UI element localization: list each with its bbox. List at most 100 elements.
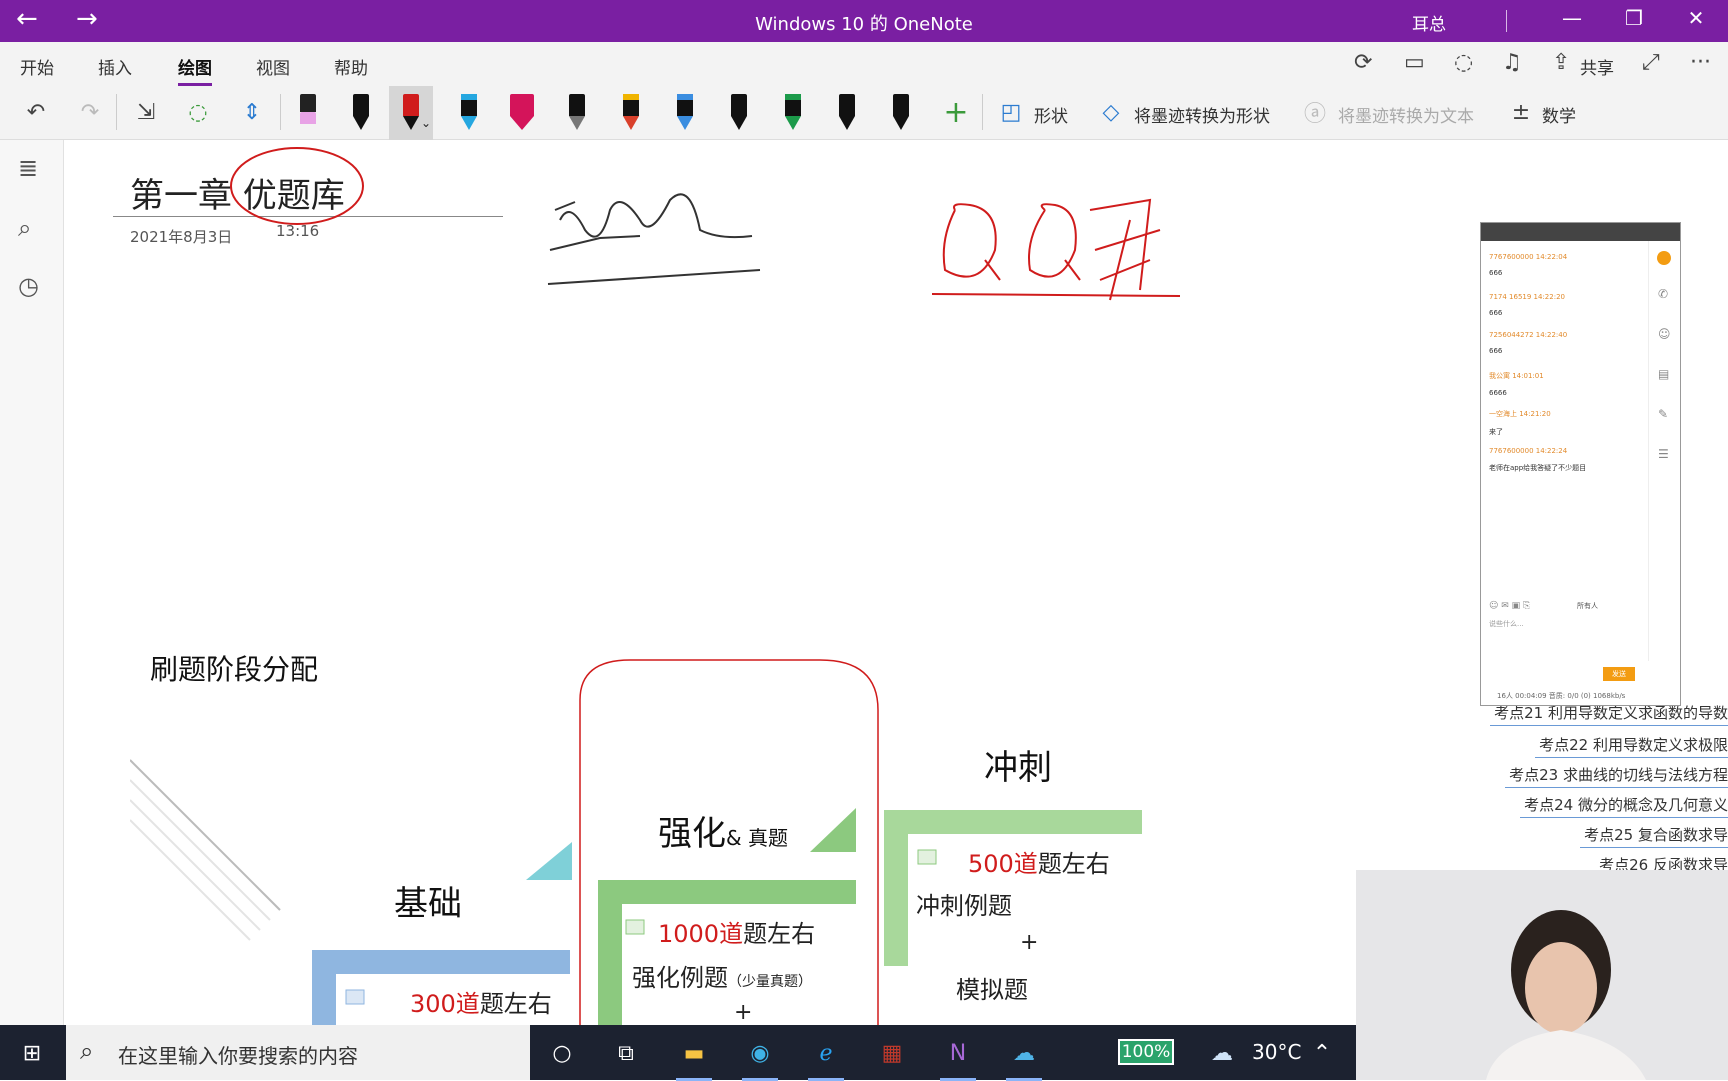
emoji-icon[interactable]: ☺ ✉ ▣ ⎘ <box>1489 601 1530 611</box>
undo-icon[interactable]: ↶ <box>18 92 54 132</box>
ribbon: 开始 插入 绘图 视图 帮助 ⟳ ▭ ◌ ♫ ⇪ 共享 ⤢ ··· ↶ ↷ ⇲ … <box>0 42 1728 140</box>
ink-to-text-button[interactable]: 将墨迹转换为文本 <box>1338 102 1474 127</box>
windows-start-icon[interactable]: ⊞ <box>10 1033 54 1073</box>
lightbulb-icon[interactable]: ◌ <box>1454 50 1473 75</box>
pen-zigzag-icon[interactable] <box>825 86 869 140</box>
shelf-strengthen <box>598 880 856 1030</box>
edge-icon[interactable]: ◉ <box>738 1033 782 1081</box>
ink-qq-group <box>942 198 1161 301</box>
notice-icon[interactable]: ▤ <box>1658 367 1669 381</box>
notebook-icon[interactable]: ▭ <box>1404 50 1425 75</box>
knowledge-point-item[interactable]: 考点25 复合函数求导 <box>1580 824 1728 848</box>
send-button[interactable]: 发送 <box>1603 667 1635 681</box>
share-icon[interactable]: ⇪ <box>1552 50 1570 75</box>
audience-select[interactable]: 所有人 <box>1577 601 1598 611</box>
chat-input[interactable]: 说些什么... <box>1489 619 1524 629</box>
chat-icon[interactable] <box>1657 251 1671 265</box>
pen-green-icon[interactable] <box>771 86 815 140</box>
chat-message: 我公寓 14:01:01 6666 <box>1489 372 1544 397</box>
insert-space-icon[interactable]: ⇕ <box>232 92 272 132</box>
file-explorer-icon[interactable]: ▬ <box>672 1033 716 1081</box>
tray-chevron-up-icon[interactable]: ⌃ <box>1300 1033 1344 1073</box>
presenter-video <box>1356 870 1728 1080</box>
eraser-icon[interactable] <box>286 86 330 140</box>
tab-help[interactable]: 帮助 <box>334 54 368 79</box>
pen-red-icon[interactable]: ⌄ <box>389 86 433 140</box>
ink-to-shape-button[interactable]: 将墨迹转换为形状 <box>1134 102 1270 127</box>
toolbar-divider <box>280 94 281 130</box>
close-button[interactable]: ✕ <box>1676 6 1716 30</box>
user-icon[interactable]: ☺ <box>1658 327 1671 341</box>
pen-galaxy-icon[interactable] <box>555 86 599 140</box>
task-view-icon[interactable]: ⧉ <box>604 1033 648 1073</box>
pen-black-3-icon[interactable] <box>879 86 923 140</box>
pen-rainbow-icon[interactable] <box>609 86 653 140</box>
winrar-icon[interactable]: ▦ <box>870 1033 914 1073</box>
more-icon[interactable]: ☰ <box>1658 447 1669 461</box>
highlighter-pink-icon[interactable] <box>500 86 544 140</box>
pen-cyan-icon[interactable] <box>447 86 491 140</box>
answer-card-icon[interactable]: ✎ <box>1658 407 1668 421</box>
maximize-button[interactable]: ❐ <box>1614 6 1654 30</box>
pen-black-2-icon[interactable] <box>717 86 761 140</box>
minimize-button[interactable]: — <box>1552 6 1592 30</box>
knowledge-point-item[interactable]: 考点23 求曲线的切线与法线方程 <box>1505 764 1728 788</box>
lasso-text-icon[interactable]: ⇲ <box>126 92 166 132</box>
ink-to-text-icon[interactable]: ⓐ <box>1300 92 1330 132</box>
knowledge-point-item[interactable]: 考点26 反函数求导 <box>1595 854 1728 870</box>
knowledge-point-item[interactable]: 考点24 微分的概念及几何意义 <box>1520 794 1728 818</box>
tab-insert[interactable]: 插入 <box>98 54 132 79</box>
live-chat-window[interactable]: 7767600000 14:22:04 666 7174 16519 14:22:… <box>1480 222 1681 706</box>
ink-underline <box>931 293 1181 297</box>
knowledge-point-list: 考点21 利用导数定义求函数的导数 考点22 利用导数定义求极限 考点23 求曲… <box>1340 700 1728 870</box>
math-icon[interactable]: ± <box>1506 92 1536 132</box>
window-title: Windows 10 的 OneNote <box>755 14 973 35</box>
share-button[interactable]: 共享 <box>1580 54 1614 79</box>
chat-titlebar[interactable] <box>1481 223 1680 241</box>
ie-icon[interactable]: ℯ <box>804 1033 848 1081</box>
tab-view[interactable]: 视图 <box>256 54 290 79</box>
shapes-button[interactable]: 形状 <box>1034 102 1068 127</box>
redo-icon[interactable]: ↷ <box>72 92 108 132</box>
tab-home[interactable]: 开始 <box>20 54 54 79</box>
image-placeholder-icon <box>917 849 937 865</box>
chevron-down-icon: ⌄ <box>421 116 432 130</box>
chat-side-panel: ✆ ☺ ▤ ✎ ☰ <box>1648 241 1680 661</box>
add-pen-button[interactable]: + <box>938 92 974 132</box>
taskbar-search-input[interactable]: 在这里输入你要搜索的内容 <box>118 1040 358 1069</box>
pen-ocean-icon[interactable] <box>663 86 707 140</box>
onenote-icon[interactable]: N <box>936 1033 980 1081</box>
stage-strengthen-label: 强化& 真题 <box>658 814 788 854</box>
ink-annotations[interactable] <box>0 140 1340 320</box>
knowledge-point-item[interactable]: 考点22 利用导数定义求极限 <box>1535 734 1728 758</box>
cortana-icon[interactable]: ○ <box>540 1033 584 1073</box>
taskbar-search[interactable]: ⌕ 在这里输入你要搜索的内容 <box>66 1025 530 1080</box>
chat-message: 7174 16519 14:22:20 666 <box>1489 293 1565 317</box>
title-bar: ← → Windows 10 的 OneNote 耳总 — ❐ ✕ <box>0 0 1728 42</box>
ink-signature <box>547 193 761 285</box>
math-button[interactable]: 数学 <box>1542 102 1576 127</box>
bell-icon[interactable]: ♫ <box>1502 50 1522 75</box>
tab-draw[interactable]: 绘图 <box>178 54 212 86</box>
phone-icon[interactable]: ✆ <box>1658 287 1668 301</box>
user-name[interactable]: 耳总 <box>1412 10 1446 35</box>
ink-to-shape-icon[interactable]: ◇ <box>1096 92 1126 132</box>
lasso-select-icon[interactable]: ◌ <box>178 92 218 132</box>
decorative-lines <box>130 759 281 941</box>
sync-icon[interactable]: ⟳ <box>1354 50 1372 75</box>
image-placeholder-icon <box>345 989 365 1005</box>
strengthen-count: 1000道题左右 <box>658 920 816 948</box>
stage-sprint-label: 冲刺 <box>984 748 1052 788</box>
strengthen-plus: + <box>734 1000 753 1025</box>
weather-temp[interactable]: 30°C <box>1252 1040 1301 1064</box>
chat-message: 7767600000 14:22:24 老师在app给我答疑了不少题目 <box>1489 447 1587 472</box>
shapes-icon[interactable]: ◰ <box>996 92 1026 132</box>
more-options-icon[interactable]: ··· <box>1690 50 1711 75</box>
weather-cloud-icon[interactable]: ☁ <box>1200 1033 1244 1073</box>
chat-message: 7256044272 14:22:40 666 <box>1489 331 1568 355</box>
fullscreen-icon[interactable]: ⤢ <box>1642 50 1660 75</box>
battery-indicator[interactable]: 100% <box>1118 1039 1174 1065</box>
strengthen-detail: 强化例题（少量真题） <box>632 964 812 992</box>
pen-black-icon[interactable] <box>339 86 383 140</box>
cloud-app-icon[interactable]: ☁ <box>1002 1033 1046 1081</box>
